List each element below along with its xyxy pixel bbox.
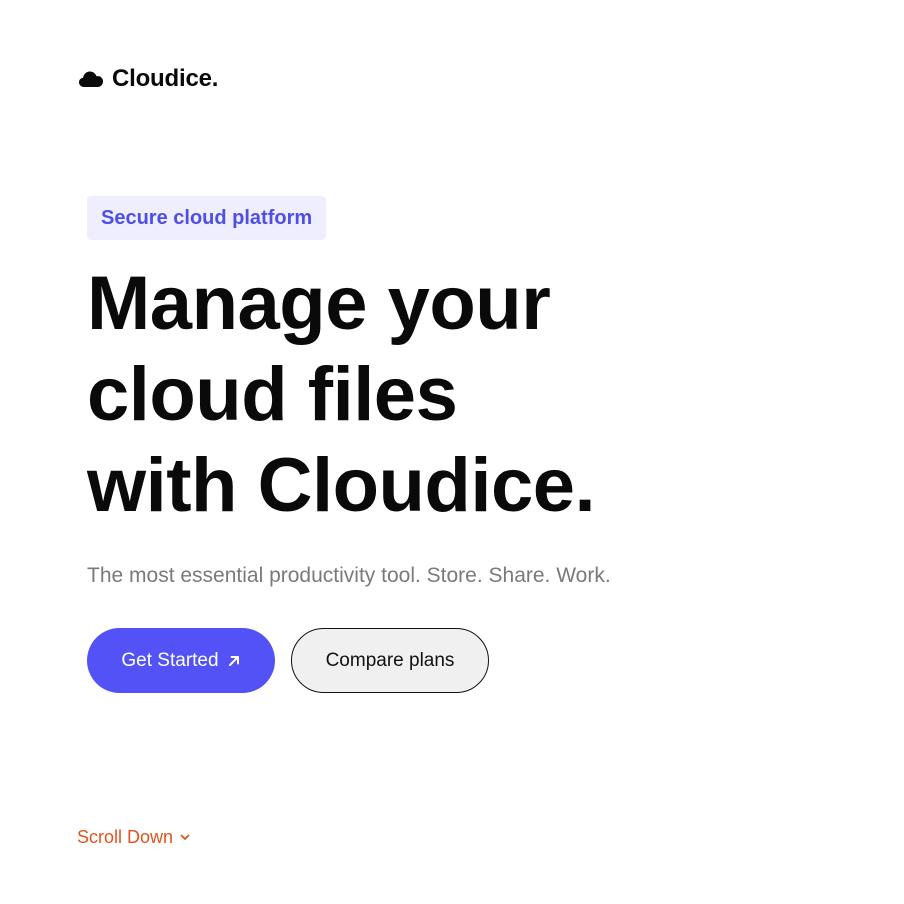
cloud-icon xyxy=(79,71,103,87)
hero-subtitle: The most essential productivity tool. St… xyxy=(87,564,611,587)
scroll-down-link[interactable]: Scroll Down xyxy=(77,825,191,849)
hero-headline-line-2: cloud files xyxy=(87,352,458,437)
hero-headline: Manage your cloud files with Cloudice. xyxy=(87,258,596,531)
brand-logo-link[interactable]: Cloudice. xyxy=(78,64,218,94)
compare-plans-button-label: Compare plans xyxy=(325,649,455,671)
hero-headline-line-1: Manage your xyxy=(87,261,551,346)
hero-badge-label: Secure cloud platform xyxy=(101,207,313,229)
arrow-up-right-icon xyxy=(228,655,239,666)
chevron-down-icon xyxy=(180,834,190,840)
brand-name: Cloudice. xyxy=(112,65,219,92)
get-started-button-label: Get Started xyxy=(121,649,219,671)
compare-plans-button[interactable]: Compare plans xyxy=(291,628,489,693)
get-started-button[interactable]: Get Started xyxy=(87,628,275,693)
scroll-down-label: Scroll Down xyxy=(77,827,174,847)
hero-headline-line-3: with Cloudice. xyxy=(87,443,596,528)
hero-badge: Secure cloud platform xyxy=(87,196,327,240)
